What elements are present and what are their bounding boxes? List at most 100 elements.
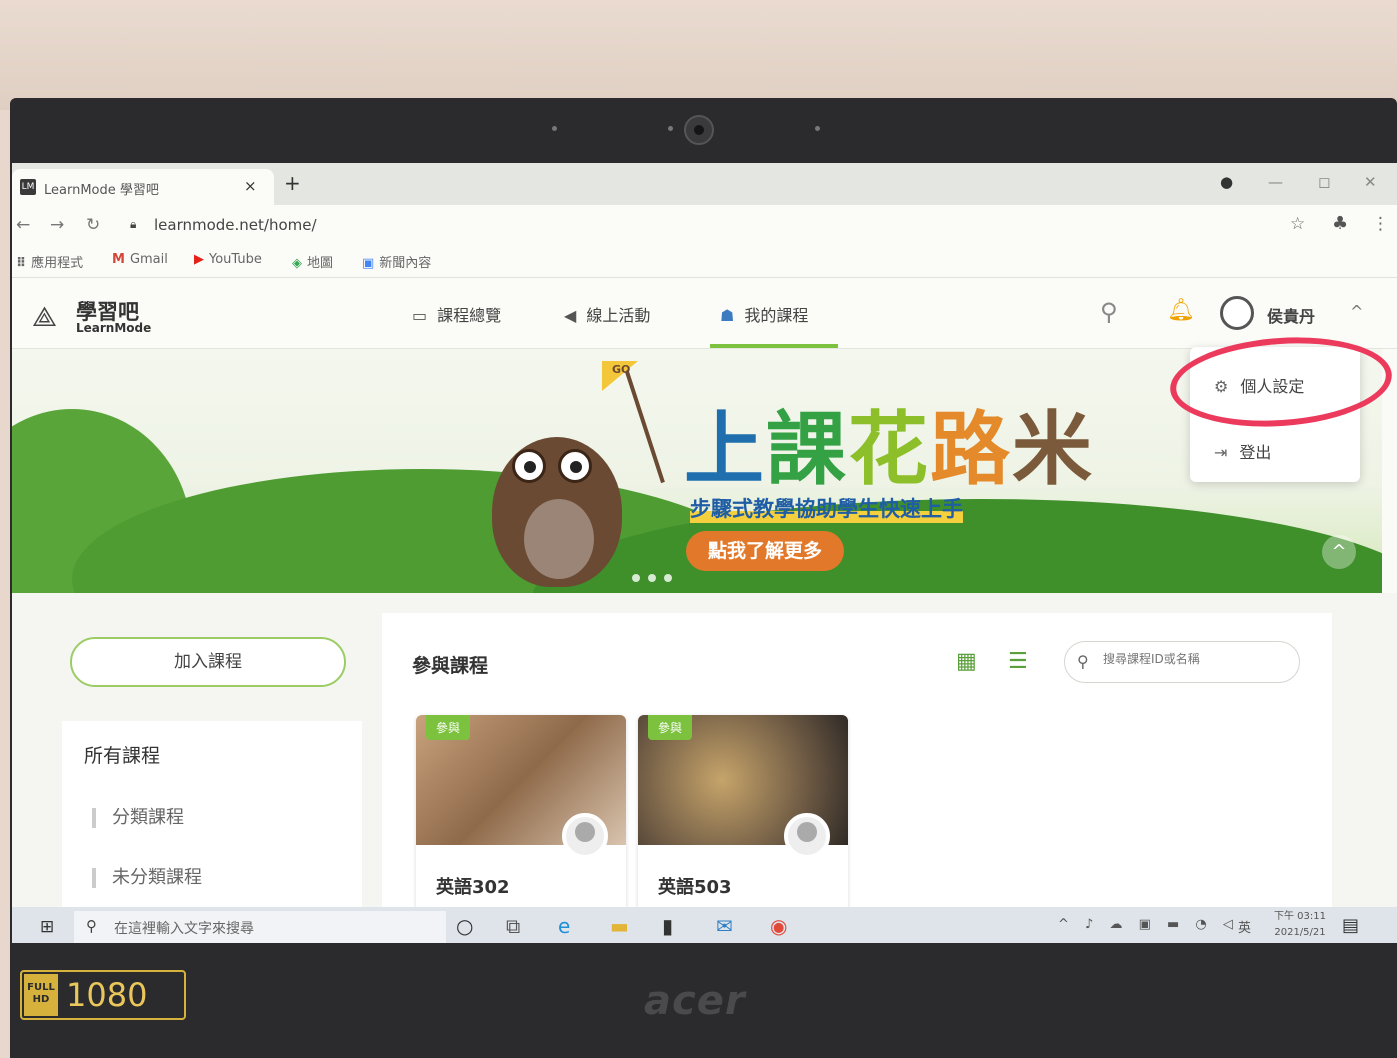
avatar[interactable] bbox=[1220, 296, 1254, 330]
forward-icon[interactable]: → bbox=[50, 215, 64, 235]
bookmark-news[interactable]: ▣ 新聞內容 bbox=[362, 252, 431, 271]
sensor-dot bbox=[552, 126, 557, 131]
flag-text: GO bbox=[612, 363, 631, 376]
chevron-up-icon[interactable]: ^ bbox=[1350, 302, 1363, 321]
sensor-dot bbox=[815, 126, 820, 131]
reload-icon[interactable]: ↻ bbox=[86, 215, 100, 235]
wall-background bbox=[0, 0, 1397, 110]
course-list-panel: 參與課程 ▦ ☰ ⚲ 參與 英語302 參與 英語503 bbox=[382, 613, 1332, 915]
banner-subtitle: 步驟式教學協助學生快速上手 bbox=[690, 493, 963, 523]
close-window-icon[interactable]: ✕ bbox=[1364, 173, 1377, 191]
browser-tab-bar: LM LearnMode 學習吧 × + ● — ◻ ✕ bbox=[12, 163, 1397, 205]
tab-title: LearnMode 學習吧 bbox=[44, 183, 159, 198]
course-card[interactable]: 參與 英語302 bbox=[416, 715, 626, 915]
owl-eye bbox=[558, 449, 592, 483]
search-icon: ⚲ bbox=[86, 917, 97, 935]
webcam bbox=[684, 115, 714, 145]
youtube-icon: ▶ bbox=[194, 252, 204, 267]
list-view-icon[interactable]: ☰ bbox=[1008, 649, 1028, 674]
taskbar-search-placeholder: 在這裡輸入文字來搜尋 bbox=[114, 921, 254, 937]
carousel-dots[interactable] bbox=[632, 567, 680, 586]
book-logo-icon[interactable]: ⟁ bbox=[32, 300, 57, 334]
bookmark-youtube[interactable]: ▶ YouTube bbox=[194, 252, 262, 267]
learn-more-button[interactable]: 點我了解更多 bbox=[686, 531, 844, 571]
minimize-icon[interactable]: — bbox=[1268, 173, 1283, 191]
logo-subtext: LearnMode bbox=[76, 321, 152, 335]
extension-icon[interactable]: ♣ bbox=[1332, 213, 1348, 234]
course-search-input[interactable] bbox=[1101, 651, 1285, 667]
course-title[interactable]: 英語302 bbox=[436, 873, 510, 899]
profile-record-icon[interactable]: ● bbox=[1220, 173, 1233, 191]
chrome-icon[interactable]: ◉ bbox=[770, 914, 787, 938]
system-tray[interactable]: ^ ♪ ☁ ▣ ▬ ◔ ◁ bbox=[1058, 917, 1239, 932]
join-course-button[interactable]: 加入課程 bbox=[70, 637, 346, 687]
full-hd-label: FULL HD bbox=[24, 974, 58, 1016]
bookmark-gmail[interactable]: M Gmail bbox=[112, 252, 168, 267]
course-search-field[interactable]: ⚲ bbox=[1064, 641, 1300, 683]
maps-icon: ◈ bbox=[292, 256, 302, 271]
owl-belly bbox=[524, 499, 594, 579]
bookmark-maps[interactable]: ◈ 地圖 bbox=[292, 252, 333, 271]
megaphone-icon: ◀ bbox=[564, 306, 577, 325]
nav-online-activity[interactable]: ◀ 線上活動 bbox=[564, 302, 650, 326]
section-title: 參與課程 bbox=[412, 655, 489, 677]
category-panel: 所有課程 分類課程 未分類課程 bbox=[62, 721, 362, 921]
url-field[interactable]: learnmode.net/home/ bbox=[154, 216, 317, 234]
windows-taskbar: ⊞ ⚲ 在這裡輸入文字來搜尋 ○ ⧉ e ▬ ▮ ✉ ◉ ^ ♪ ☁ ▣ ▬ ◔… bbox=[12, 907, 1397, 943]
site-header: ⟁ 學習吧 LearnMode ▭ 課程總覽 ◀ 線上活動 ☗ 我的課程 ⚲ 🔔︎ 侯… bbox=[12, 278, 1397, 349]
course-title[interactable]: 英語503 bbox=[658, 873, 732, 899]
search-icon[interactable]: ⚲ bbox=[1100, 298, 1118, 326]
back-icon[interactable]: ← bbox=[16, 215, 30, 235]
ime-indicator[interactable]: 英 bbox=[1238, 917, 1251, 936]
banner-title: 上課花路米 bbox=[684, 403, 1094, 496]
cortana-icon[interactable]: ○ bbox=[456, 914, 473, 938]
bell-icon[interactable]: 🔔︎ bbox=[1167, 298, 1195, 323]
scroll-up-icon[interactable]: ^ bbox=[1322, 535, 1356, 569]
course-card[interactable]: 參與 英語503 bbox=[638, 715, 848, 915]
category-title[interactable]: 所有課程 bbox=[84, 741, 160, 768]
mail-icon[interactable]: ✉ bbox=[716, 914, 733, 938]
apps-icon: ⠿ bbox=[16, 256, 27, 271]
file-explorer-icon[interactable]: ▬ bbox=[610, 914, 629, 938]
learnmode-favicon-icon: LM bbox=[20, 179, 36, 195]
notification-icon[interactable]: ▤ bbox=[1342, 915, 1359, 936]
new-tab-button[interactable]: + bbox=[284, 171, 301, 195]
gmail-icon: M bbox=[112, 252, 125, 267]
status-badge: 參與 bbox=[648, 715, 693, 740]
tab-close-icon[interactable]: × bbox=[244, 177, 257, 195]
nav-course-overview[interactable]: ▭ 課程總覽 bbox=[412, 302, 501, 326]
course-area: 加入課程 所有課程 分類課程 未分類課程 參與課程 ▦ ☰ ⚲ 參與 英語302 bbox=[12, 593, 1397, 921]
lock-icon: 🔒︎ bbox=[130, 217, 137, 231]
category-item-unclassified[interactable]: 未分類課程 bbox=[92, 863, 202, 889]
teacher-avatar bbox=[562, 813, 608, 859]
logout-icon: ⇥ bbox=[1214, 443, 1228, 462]
news-icon: ▣ bbox=[362, 256, 375, 271]
laptop-screen: LM LearnMode 學習吧 × + ● — ◻ ✕ ← → ↻ 🔒︎ le… bbox=[12, 163, 1397, 943]
resolution-label: 1080 bbox=[66, 976, 148, 1014]
address-bar: ← → ↻ 🔒︎ learnmode.net/home/ ☆ ♣ ⋮ bbox=[12, 205, 1397, 245]
store-icon[interactable]: ▮ bbox=[662, 914, 673, 938]
book-icon: ▭ bbox=[412, 306, 428, 325]
nav-active-indicator bbox=[710, 344, 838, 348]
category-item-classified[interactable]: 分類課程 bbox=[92, 803, 184, 829]
system-clock[interactable]: 下午 03:11 2021/5/21 bbox=[1274, 909, 1326, 941]
grid-view-icon[interactable]: ▦ bbox=[956, 649, 977, 674]
nav-my-courses[interactable]: ☗ 我的課程 bbox=[720, 302, 808, 326]
bookmarks-bar: ⠿ 應用程式 M Gmail ▶ YouTube ◈ 地圖 ▣ 新聞內容 bbox=[12, 245, 1397, 278]
bookmark-apps[interactable]: ⠿ 應用程式 bbox=[16, 252, 83, 271]
full-hd-badge: FULL HD 1080 bbox=[20, 970, 186, 1020]
bookmark-star-icon[interactable]: ☆ bbox=[1290, 214, 1305, 234]
edge-icon[interactable]: e bbox=[558, 914, 570, 938]
logout-menu-item[interactable]: ⇥ 登出 bbox=[1214, 439, 1271, 463]
course-sidebar: 加入課程 所有課程 分類課程 未分類課程 bbox=[62, 613, 362, 921]
browser-menu-icon[interactable]: ⋮ bbox=[1372, 214, 1389, 234]
clock-time: 下午 03:11 bbox=[1274, 911, 1326, 922]
windows-start-icon[interactable]: ⊞ bbox=[40, 917, 54, 937]
maximize-icon[interactable]: ◻ bbox=[1318, 173, 1330, 191]
brand-logo: acer bbox=[644, 978, 746, 1024]
task-view-icon[interactable]: ⧉ bbox=[506, 914, 520, 938]
browser-tab[interactable]: LM LearnMode 學習吧 × bbox=[12, 169, 274, 205]
user-name[interactable]: 侯貴丹 bbox=[1267, 303, 1315, 327]
taskbar-search[interactable]: ⚲ 在這裡輸入文字來搜尋 bbox=[74, 911, 446, 943]
student-icon: ☗ bbox=[720, 306, 735, 325]
